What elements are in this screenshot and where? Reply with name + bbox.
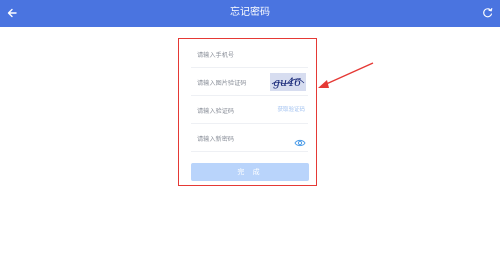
phone-input[interactable] bbox=[197, 48, 277, 62]
page-title: 忘记密码 bbox=[230, 7, 270, 18]
code-input[interactable] bbox=[197, 104, 277, 118]
code-row: 获取验证码 bbox=[191, 97, 308, 124]
forgot-password-form: gu46 获取验证码 完 成 bbox=[178, 38, 317, 186]
new-password-input[interactable] bbox=[197, 132, 277, 146]
title-bar: 忘记密码 bbox=[0, 0, 500, 27]
captcha-row: gu46 bbox=[191, 69, 308, 96]
captcha-image[interactable]: gu46 bbox=[270, 73, 306, 91]
captcha-input[interactable] bbox=[197, 76, 277, 90]
new-password-row bbox=[191, 125, 308, 152]
get-code-button[interactable]: 获取验证码 bbox=[277, 106, 305, 114]
submit-button[interactable]: 完 成 bbox=[191, 163, 309, 181]
refresh-icon[interactable] bbox=[480, 5, 496, 21]
phone-row bbox=[191, 41, 308, 68]
eye-icon[interactable] bbox=[294, 133, 306, 147]
